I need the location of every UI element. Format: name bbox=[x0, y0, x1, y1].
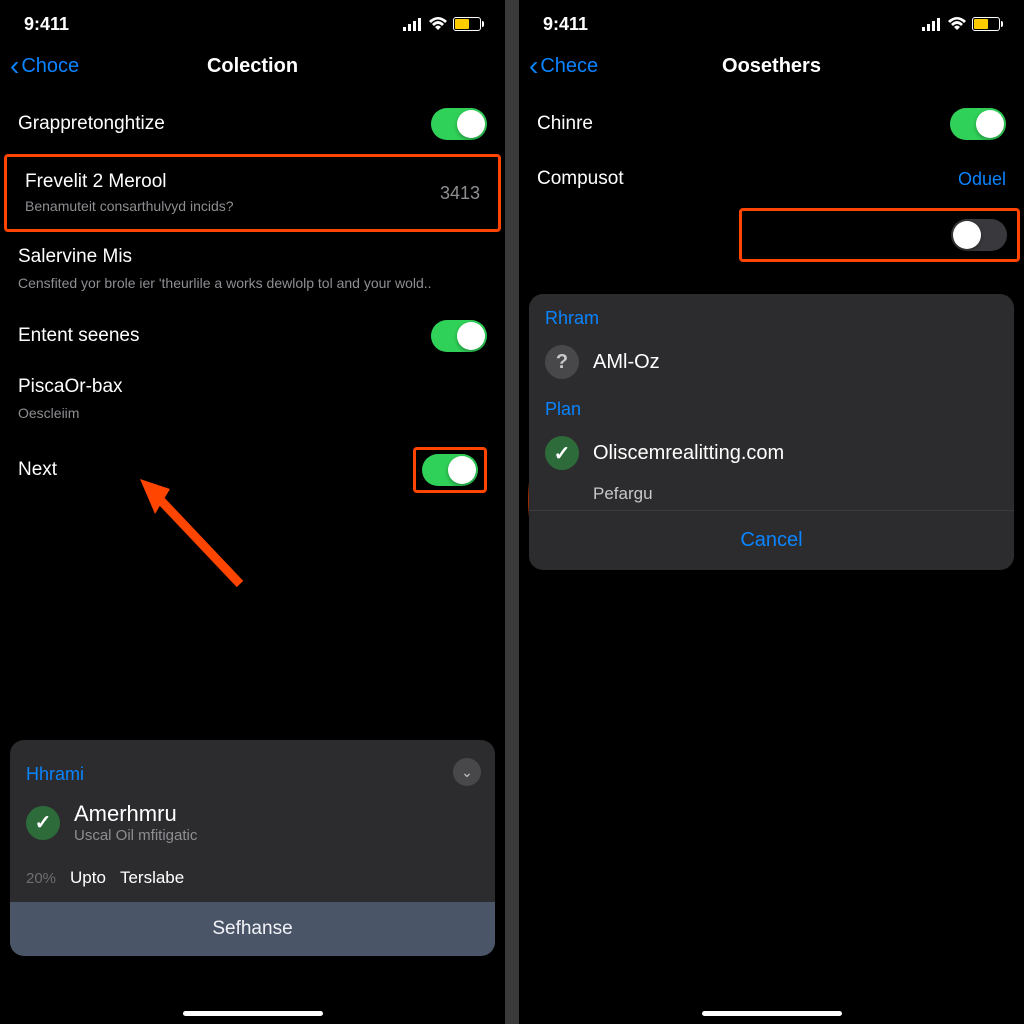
back-button[interactable]: ‹ Choce bbox=[10, 52, 79, 80]
sheet-header: Hhrami bbox=[10, 750, 100, 791]
toggle-next[interactable] bbox=[422, 454, 478, 486]
phone-right: 9:411 ‹ Chece Oosethers Chinre Compusot … bbox=[519, 0, 1024, 1024]
chevron-left-icon: ‹ bbox=[10, 52, 19, 80]
toggle-chinre[interactable] bbox=[950, 108, 1006, 140]
setting-sub: Censfited yor brole ier 'theurlile a wor… bbox=[18, 274, 487, 292]
sheet-section-plan: Plan bbox=[529, 389, 1014, 426]
sheet-item-sub: Uscal Oil mfitigatic bbox=[74, 827, 197, 844]
status-bar: 9:411 bbox=[0, 0, 505, 44]
sheet-item-title: Amerhmru bbox=[74, 801, 197, 827]
setting-sub: Benamuteit consarthulvyd incids? bbox=[25, 197, 234, 215]
sheet-item-label: Oliscemrealitting.com bbox=[593, 442, 784, 465]
signal-icon bbox=[922, 17, 942, 31]
home-indicator[interactable] bbox=[702, 1011, 842, 1016]
status-icons bbox=[922, 17, 1000, 31]
setting-sub: Oescleiim bbox=[18, 404, 487, 422]
sheet-bottom-row: 20% Upto Terslabe bbox=[10, 854, 495, 902]
content: Grappretonghtize Frevelit 2 Merool Benam… bbox=[0, 94, 505, 1024]
action-sheet: Rhram ? AMl-Oz Plan ✓ Oliscemrealitting.… bbox=[529, 294, 1014, 570]
setting-next[interactable]: Next bbox=[0, 433, 505, 507]
toggle-off[interactable] bbox=[951, 219, 1007, 251]
setting-label: Entent seenes bbox=[18, 325, 139, 347]
setting-label: PiscaOr-bax bbox=[18, 376, 487, 398]
setting-chinre[interactable]: Chinre bbox=[519, 94, 1024, 154]
setting-label: Next bbox=[18, 459, 57, 481]
status-bar: 9:411 bbox=[519, 0, 1024, 44]
sheet-item-pefargu[interactable]: Pefargu bbox=[529, 480, 1014, 510]
toggle-highlight bbox=[413, 447, 487, 493]
setting-salervine: Salervine Mis Censfited yor brole ier 't… bbox=[0, 232, 505, 306]
sheet-bottom-label2: Terslabe bbox=[120, 868, 184, 888]
setting-value: 3413 bbox=[440, 183, 480, 204]
sheet-item-label: Pefargu bbox=[593, 484, 653, 504]
action-sheet: Hhrami ⌄ ✓ Amerhmru Uscal Oil mfitigatic… bbox=[10, 740, 495, 956]
back-label: Chece bbox=[540, 55, 598, 78]
sheet-item-label: AMl-Oz bbox=[593, 351, 660, 374]
content: Chinre Compusot Oduel Rhram ? AMl-Oz Pla… bbox=[519, 94, 1024, 1024]
sheet-item-oliscem[interactable]: ✓ Oliscemrealitting.com bbox=[529, 426, 1014, 480]
setting-compusot[interactable]: Compusot Oduel bbox=[519, 154, 1024, 204]
signal-icon bbox=[403, 17, 423, 31]
nav-bar: ‹ Choce Colection bbox=[0, 44, 505, 94]
sheet-item-amloz[interactable]: ? AMl-Oz bbox=[529, 335, 1014, 389]
sheet-section-rhram: Rhram bbox=[529, 294, 1014, 335]
battery-icon bbox=[972, 17, 1000, 31]
phone-left: 9:411 ‹ Choce Colection Grappretonghtize… bbox=[0, 0, 505, 1024]
page-title: Oosethers bbox=[722, 55, 821, 78]
setting-label: Grappretonghtize bbox=[18, 113, 165, 135]
chevron-left-icon: ‹ bbox=[529, 52, 538, 80]
wifi-icon bbox=[948, 17, 966, 31]
setting-label: Compusot bbox=[537, 168, 624, 190]
back-label: Choce bbox=[21, 55, 79, 78]
toggle-grappretonghtize[interactable] bbox=[431, 108, 487, 140]
back-button[interactable]: ‹ Chece bbox=[529, 52, 598, 80]
check-icon: ✓ bbox=[26, 806, 60, 840]
setting-entent[interactable]: Entent seenes bbox=[0, 306, 505, 366]
setting-label: Salervine Mis bbox=[18, 246, 487, 268]
setting-label: Chinre bbox=[537, 113, 593, 135]
sheet-item-amerhmru[interactable]: ✓ Amerhmru Uscal Oil mfitigatic bbox=[10, 791, 495, 854]
page-title: Colection bbox=[207, 55, 298, 78]
status-time: 9:411 bbox=[24, 14, 69, 35]
check-icon: ✓ bbox=[545, 436, 579, 470]
setting-label: Frevelit 2 Merool bbox=[25, 171, 234, 193]
toggle-highlighted-row[interactable] bbox=[739, 208, 1020, 262]
home-indicator[interactable] bbox=[183, 1011, 323, 1016]
setting-grappretonghtize[interactable]: Grappretonghtize bbox=[0, 94, 505, 154]
toggle-entent[interactable] bbox=[431, 320, 487, 352]
chevron-down-icon[interactable]: ⌄ bbox=[453, 758, 481, 786]
sheet-percent: 20% bbox=[26, 870, 56, 887]
sheet-action-button[interactable]: Sefhanse bbox=[10, 902, 495, 956]
setting-link-value[interactable]: Oduel bbox=[958, 169, 1006, 190]
sheet-bottom-label: Upto bbox=[70, 868, 106, 888]
nav-bar: ‹ Chece Oosethers bbox=[519, 44, 1024, 94]
status-icons bbox=[403, 17, 481, 31]
status-time: 9:411 bbox=[543, 14, 588, 35]
setting-frevelit-highlighted[interactable]: Frevelit 2 Merool Benamuteit consarthulv… bbox=[4, 154, 501, 232]
wifi-icon bbox=[429, 17, 447, 31]
battery-icon bbox=[453, 17, 481, 31]
setting-piscaor[interactable]: PiscaOr-bax Oescleiim bbox=[0, 366, 505, 432]
question-icon: ? bbox=[545, 345, 579, 379]
cancel-button[interactable]: Cancel bbox=[529, 510, 1014, 570]
